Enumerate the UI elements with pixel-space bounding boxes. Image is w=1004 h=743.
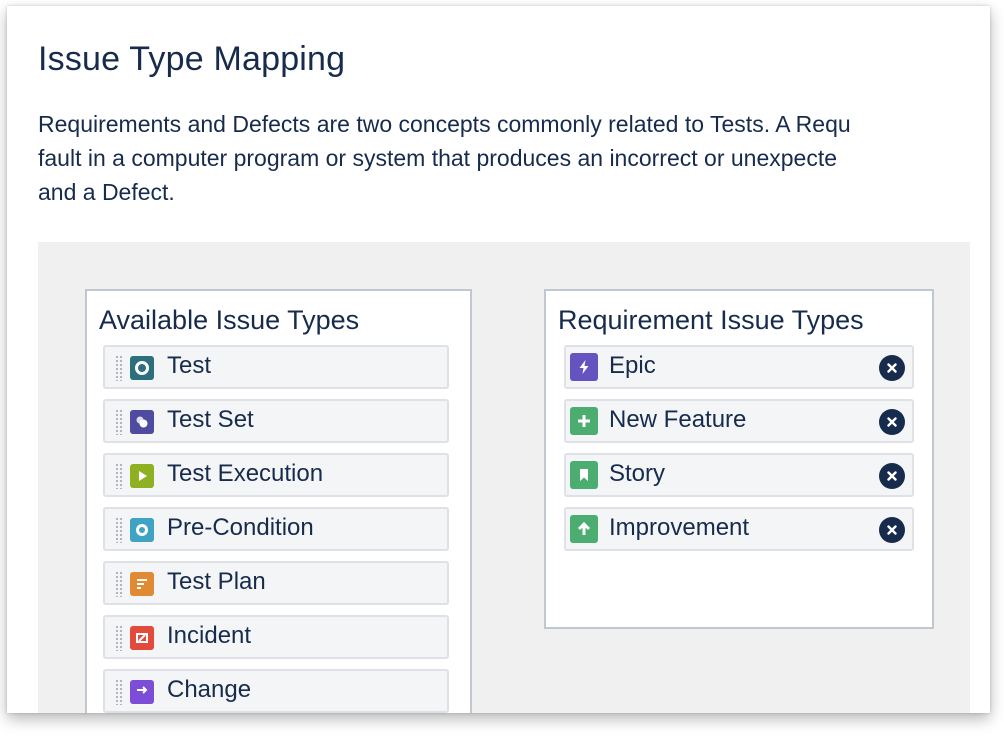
epic-icon xyxy=(570,353,598,381)
requirement-item-new-feature[interactable]: New Feature xyxy=(564,399,914,443)
remove-story-button[interactable] xyxy=(879,463,905,489)
description: Requirements and Defects are two concept… xyxy=(38,107,971,209)
incident-icon xyxy=(130,626,154,650)
remove-improvement-button[interactable] xyxy=(879,517,905,543)
item-label: Improvement xyxy=(609,514,750,541)
close-icon xyxy=(887,417,897,427)
drag-handle-icon[interactable] xyxy=(115,517,123,543)
requirement-item-epic[interactable]: Epic xyxy=(564,345,914,389)
test-plan-icon xyxy=(130,572,154,596)
requirement-item-story[interactable]: Story xyxy=(564,453,914,497)
drag-handle-icon[interactable] xyxy=(115,571,123,597)
close-icon xyxy=(887,363,897,373)
drag-handle-icon[interactable] xyxy=(115,625,123,651)
test-icon xyxy=(130,356,154,380)
requirement-issue-types-title: Requirement Issue Types xyxy=(558,305,864,335)
test-execution-icon xyxy=(130,464,154,488)
item-label: Pre-Condition xyxy=(167,514,314,541)
requirement-issue-types-list: Epic New Feature Story Improvement xyxy=(564,345,914,561)
close-icon xyxy=(887,471,897,481)
available-issue-types-title: Available Issue Types xyxy=(99,305,360,335)
available-item-change[interactable]: Change xyxy=(103,669,449,713)
available-item-incident[interactable]: Incident xyxy=(103,615,449,659)
change-icon xyxy=(130,680,154,704)
story-icon xyxy=(570,461,598,489)
available-issue-types-list: Test Test Set Test Execution Pre-Conditi… xyxy=(103,345,449,713)
item-label: Test Execution xyxy=(167,460,324,487)
available-item-test-plan[interactable]: Test Plan xyxy=(103,561,449,605)
available-item-pre-condition[interactable]: Pre-Condition xyxy=(103,507,449,551)
item-label: Incident xyxy=(167,622,252,649)
pre-condition-icon xyxy=(130,518,154,542)
item-label: Test Plan xyxy=(167,568,266,595)
page-title: Issue Type Mapping xyxy=(38,40,346,78)
drag-handle-icon[interactable] xyxy=(115,463,123,489)
requirement-item-improvement[interactable]: Improvement xyxy=(564,507,914,551)
test-set-icon xyxy=(130,410,154,434)
remove-new-feature-button[interactable] xyxy=(879,409,905,435)
description-line: and a Defect. xyxy=(38,179,175,205)
drag-handle-icon[interactable] xyxy=(115,409,123,435)
item-label: Test Set xyxy=(167,406,254,433)
available-item-test[interactable]: Test xyxy=(103,345,449,389)
drag-handle-icon[interactable] xyxy=(115,355,123,381)
remove-epic-button[interactable] xyxy=(879,355,905,381)
available-item-test-execution[interactable]: Test Execution xyxy=(103,453,449,497)
mapping-area: Available Issue Types Test Test Set Test… xyxy=(38,242,970,713)
drag-handle-icon[interactable] xyxy=(115,679,123,705)
item-label: Change xyxy=(167,676,252,703)
improvement-icon xyxy=(570,515,598,543)
issue-type-mapping-card: Issue Type Mapping Requirements and Defe… xyxy=(7,6,990,713)
item-label: Story xyxy=(609,460,666,487)
description-line: Requirements and Defects are two concept… xyxy=(38,111,851,137)
item-label: Test xyxy=(167,352,212,379)
description-line: fault in a computer program or system th… xyxy=(38,145,838,171)
item-label: New Feature xyxy=(609,406,747,433)
new-feature-icon xyxy=(570,407,598,435)
item-label: Epic xyxy=(609,352,656,379)
close-icon xyxy=(887,525,897,535)
available-item-test-set[interactable]: Test Set xyxy=(103,399,449,443)
requirement-issue-types-panel: Requirement Issue Types Epic New Feature… xyxy=(544,289,934,629)
available-issue-types-panel: Available Issue Types Test Test Set Test… xyxy=(85,289,472,713)
